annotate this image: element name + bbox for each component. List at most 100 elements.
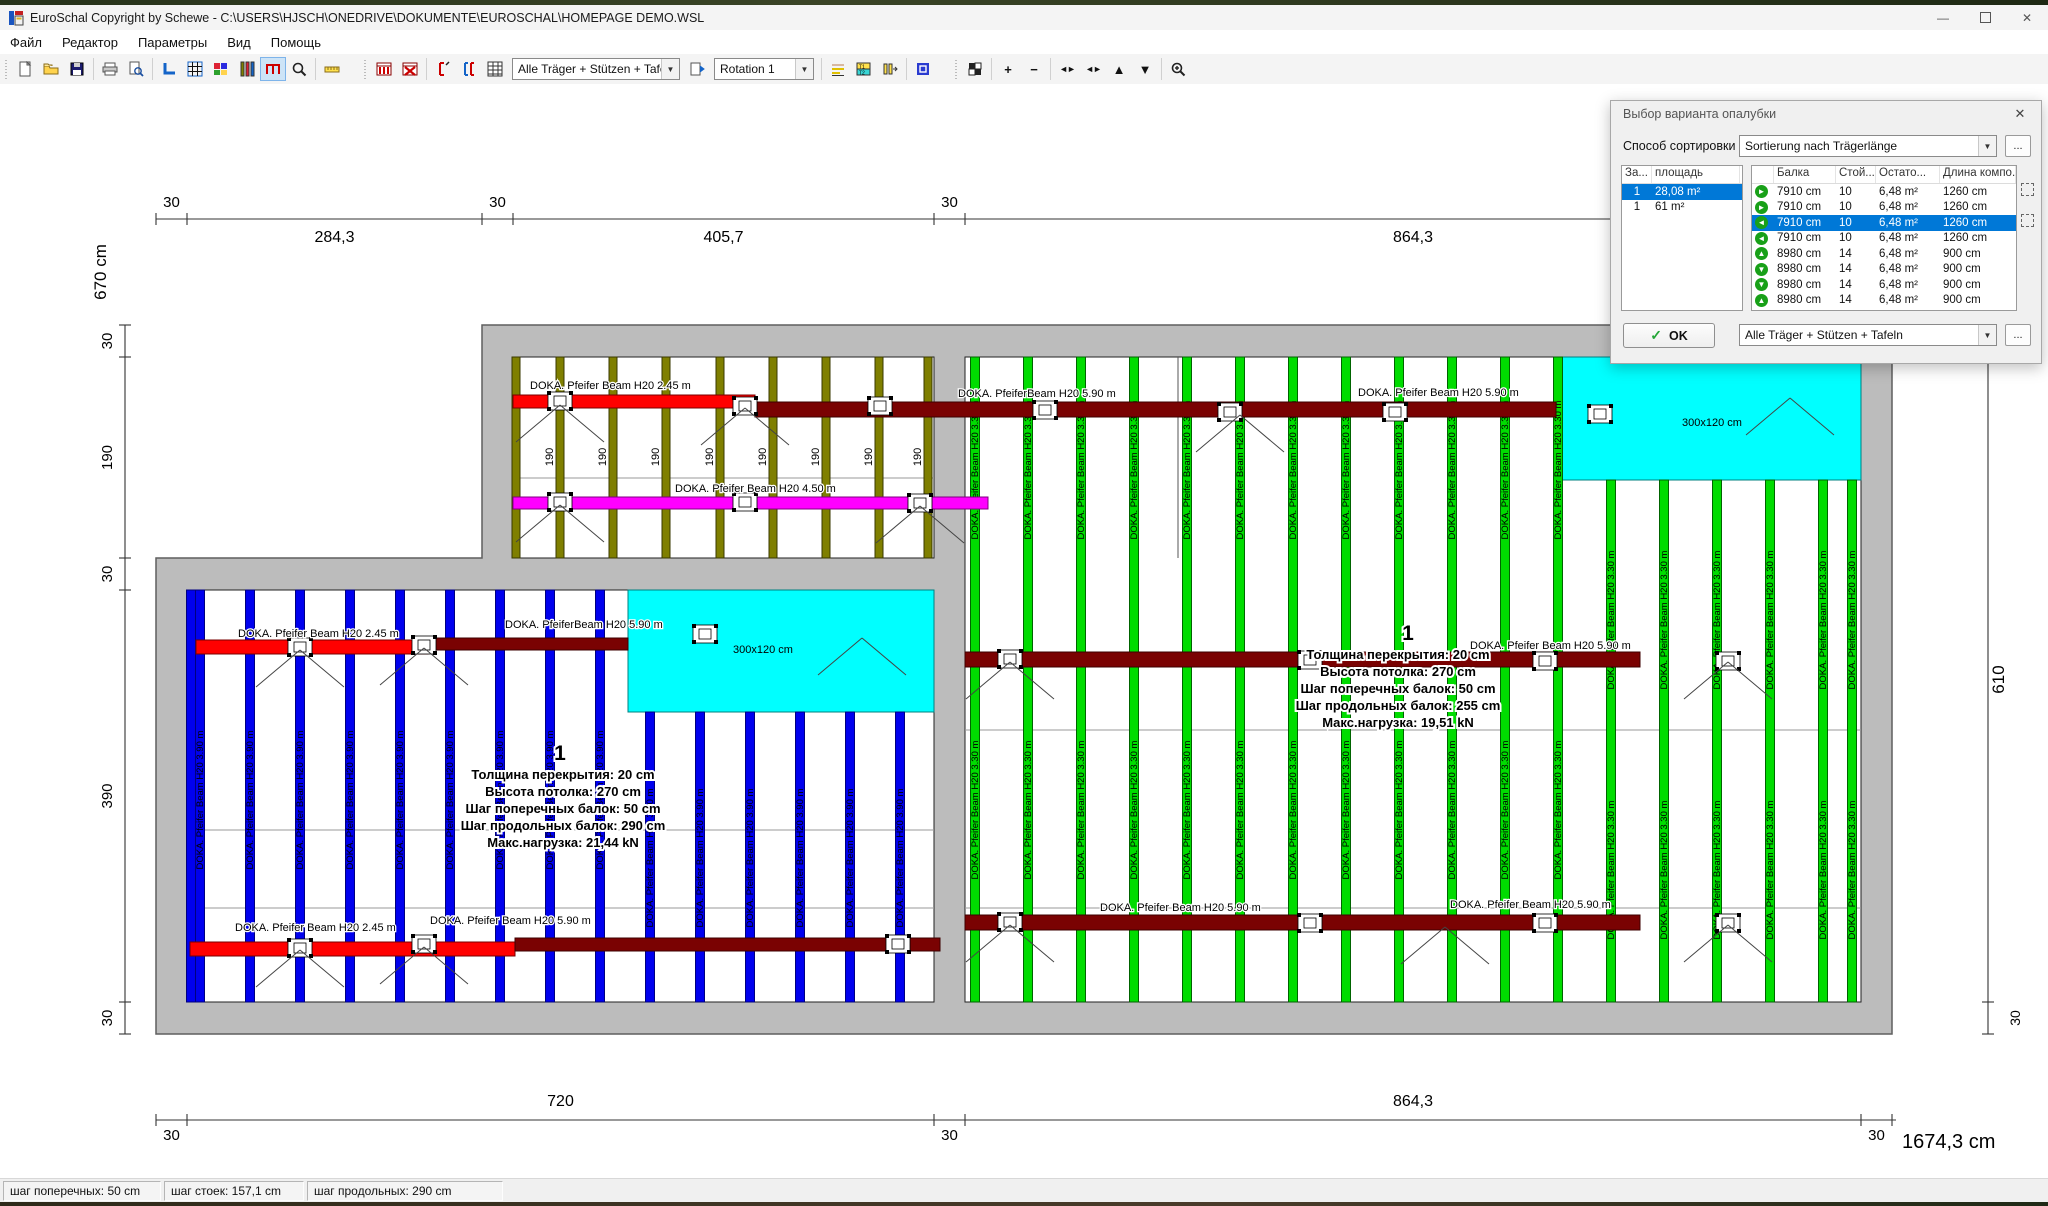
prop-symbol[interactable] (998, 913, 1022, 931)
cross-beam-olive[interactable] (822, 357, 830, 558)
toolbar-drag-handle[interactable] (361, 58, 369, 80)
panels-button[interactable] (208, 57, 234, 81)
variant-row[interactable]: 161 m² (1622, 200, 1742, 216)
prop-symbol[interactable] (1588, 405, 1612, 423)
frame-blue-button[interactable] (910, 57, 936, 81)
zoom-in-step-button[interactable]: + (995, 57, 1021, 81)
scroll-up-button[interactable]: ▲ (1106, 57, 1132, 81)
chevron-down-icon[interactable]: ▼ (661, 59, 679, 79)
menu-item-1[interactable]: Редактор (52, 30, 128, 54)
chevron-down-icon[interactable]: ▼ (1978, 136, 1996, 156)
scroll-down-button[interactable]: ▼ (1132, 57, 1158, 81)
beam-row[interactable]: ◄7910 cm106,48 m²1260 cm (1752, 215, 2016, 231)
ok-button[interactable]: ✓ OK (1623, 323, 1715, 348)
cross-beam-olive[interactable] (769, 357, 777, 558)
layer-panels-button[interactable]: T1T2 (851, 57, 877, 81)
view-filter-combo[interactable]: Alle Träger + Stützen + Tafeln▼ (512, 58, 680, 80)
dialog-close-icon[interactable]: ✕ (2005, 103, 2035, 125)
column-header[interactable]: Балка (1774, 166, 1836, 183)
print-button[interactable] (97, 57, 123, 81)
beam-row[interactable]: ▲8980 cm146,48 m²900 cm (1752, 246, 2016, 262)
zoom-button[interactable] (286, 57, 312, 81)
prop-symbol[interactable] (1533, 652, 1557, 670)
chevron-down-icon[interactable]: ▼ (795, 59, 813, 79)
grid-button[interactable] (182, 57, 208, 81)
prop-symbol[interactable] (288, 939, 312, 957)
rotation-combo[interactable]: Rotation 1▼ (714, 58, 814, 80)
prop-symbol[interactable] (1218, 403, 1242, 421)
titlebar[interactable]: EuroSchal Copyright by Schewe - C:\USERS… (0, 5, 2048, 31)
column-header[interactable]: За... (1622, 166, 1652, 183)
prop-symbol[interactable] (693, 625, 717, 643)
zoom-out-step-button[interactable]: − (1021, 57, 1047, 81)
menu-item-3[interactable]: Вид (217, 30, 261, 54)
print-preview-button[interactable] (123, 57, 149, 81)
frame-button[interactable] (260, 57, 286, 81)
table-beams-button[interactable] (371, 57, 397, 81)
beam-row[interactable]: ▲8980 cm146,48 m²900 cm (1752, 293, 2016, 309)
prop-symbol[interactable] (1298, 914, 1322, 932)
layer-lines-button[interactable] (825, 57, 851, 81)
close-button[interactable]: ✕ (2006, 5, 2048, 30)
variant-row[interactable]: 128,08 m² (1622, 184, 1742, 200)
prop-symbol[interactable] (548, 493, 572, 511)
pan-button[interactable] (962, 57, 988, 81)
column-header[interactable]: Длина компо... (1940, 166, 2016, 183)
chevron-down-icon[interactable]: ▼ (1978, 325, 1996, 345)
zoom-window-button[interactable] (1165, 57, 1191, 81)
maximize-button[interactable] (1964, 5, 2006, 30)
ruler-button[interactable] (319, 57, 345, 81)
prop-symbol[interactable] (412, 636, 436, 654)
table-delete-button[interactable] (397, 57, 423, 81)
scroll-horizontal2-button[interactable]: ◄► (1080, 57, 1106, 81)
filter-combo[interactable]: Alle Träger + Stützen + Tafeln ▼ (1739, 324, 1997, 346)
toolbar-drag-handle[interactable] (2, 58, 10, 80)
sort-more-button[interactable]: ... (2005, 135, 2031, 157)
layer-beams-button[interactable] (877, 57, 903, 81)
prop-symbol[interactable] (1383, 403, 1407, 421)
cross-beam-olive[interactable] (716, 357, 724, 558)
beam-row[interactable]: ▼8980 cm146,48 m²900 cm (1752, 277, 2016, 293)
column-header[interactable] (1752, 166, 1774, 183)
new-button[interactable] (12, 57, 38, 81)
filter-more-button[interactable]: ... (2005, 324, 2031, 346)
prop-symbol[interactable] (733, 397, 757, 415)
corner-button[interactable] (156, 57, 182, 81)
beam-row[interactable]: ▼8980 cm146,48 m²900 cm (1752, 262, 2016, 278)
apply-view-button[interactable] (684, 57, 710, 81)
cross-beam-olive[interactable] (875, 357, 883, 558)
beam-table[interactable]: БалкаСтой...Остато...Длина компо...►7910… (1751, 165, 2017, 311)
beam-row[interactable]: ►7910 cm106,48 m²1260 cm (1752, 200, 2016, 216)
menu-item-0[interactable]: Файл (0, 30, 52, 54)
prop-symbol[interactable] (733, 493, 757, 511)
prop-symbol[interactable] (908, 494, 932, 512)
menu-item-2[interactable]: Параметры (128, 30, 217, 54)
column-header[interactable]: Стой... (1836, 166, 1876, 183)
beam-row[interactable]: ►7910 cm106,48 m²1260 cm (1752, 184, 2016, 200)
dialog-titlebar[interactable]: Выбор варианта опалубки (1611, 101, 2041, 127)
menu-item-4[interactable]: Помощь (261, 30, 331, 54)
prop-symbol[interactable] (1716, 652, 1740, 670)
scroll-horizontal-button[interactable]: ◄► (1054, 57, 1080, 81)
prop-symbol[interactable] (1716, 914, 1740, 932)
beam-row[interactable]: ◄7910 cm106,48 m²1260 cm (1752, 231, 2016, 247)
open-button[interactable] (38, 57, 64, 81)
prop-symbol[interactable] (868, 397, 892, 415)
primary-beam[interactable] (190, 942, 515, 956)
grid-table-button[interactable] (482, 57, 508, 81)
prop-symbol[interactable] (1533, 914, 1557, 932)
sort-combo[interactable]: Sortierung nach Trägerlänge ▼ (1739, 135, 1997, 157)
primary-beam[interactable] (428, 638, 628, 650)
props-edit-button[interactable] (456, 57, 482, 81)
column-header[interactable]: Остато... (1876, 166, 1940, 183)
prop-symbol[interactable] (886, 935, 910, 953)
toolbar-drag-handle[interactable] (952, 58, 960, 80)
cross-beam-olive[interactable] (924, 357, 932, 558)
props-add-button[interactable] (430, 57, 456, 81)
beams-button[interactable] (234, 57, 260, 81)
column-header[interactable]: площадь (1652, 166, 1740, 183)
prop-symbol[interactable] (288, 638, 312, 656)
primary-beam[interactable] (515, 938, 940, 951)
prop-symbol[interactable] (998, 650, 1022, 668)
variant-list[interactable]: За...площадь128,08 m²161 m² (1621, 165, 1743, 311)
